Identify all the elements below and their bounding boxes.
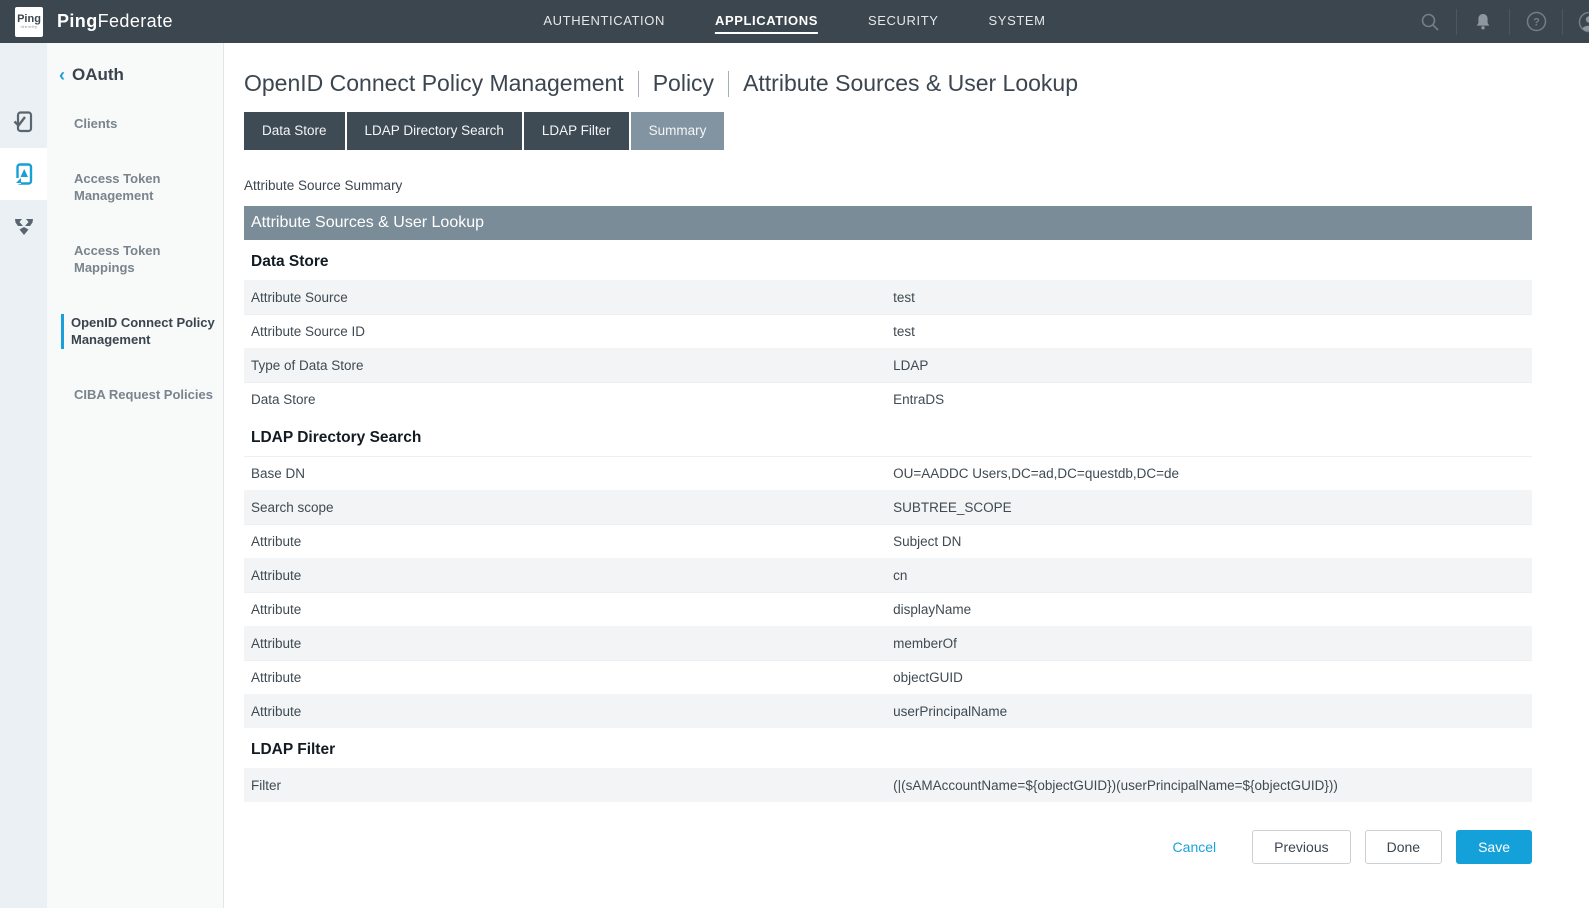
row-label: Attribute Source (244, 290, 893, 305)
breadcrumb-part: Attribute Sources & User Lookup (743, 70, 1078, 97)
sidebar: ‹ OAuth Clients Access Token Management Ac… (47, 43, 224, 908)
summary-row: AttributememberOf (244, 626, 1532, 660)
breadcrumb-part: Policy (653, 70, 714, 97)
sidebar-item-access-token-management[interactable]: Access Token Management (61, 170, 217, 205)
nav-divider (1562, 9, 1563, 35)
summary-row: AttributedisplayName (244, 592, 1532, 626)
sidebar-item-ciba-request-policies[interactable]: CIBA Request Policies (61, 386, 217, 404)
row-label: Attribute (244, 534, 893, 549)
rail-clients-icon[interactable] (0, 96, 47, 148)
row-label: Attribute (244, 636, 893, 651)
save-button[interactable]: Save (1456, 830, 1532, 864)
help-icon[interactable]: ? (1524, 10, 1548, 34)
nav-divider (1509, 9, 1510, 35)
done-button[interactable]: Done (1365, 830, 1442, 864)
tab-ldap-filter[interactable]: LDAP Filter (524, 112, 629, 150)
nav-divider (1456, 9, 1457, 35)
row-label: Attribute (244, 602, 893, 617)
summary-row: Type of Data StoreLDAP (244, 348, 1532, 382)
section-heading: LDAP Filter (244, 728, 1532, 768)
row-label: Attribute (244, 704, 893, 719)
row-value: Subject DN (893, 534, 1532, 549)
row-value: EntraDS (893, 392, 1532, 407)
summary-panel: Attribute Sources & User Lookup Data Sto… (244, 206, 1532, 802)
summary-row: AttributeuserPrincipalName (244, 694, 1532, 728)
summary-row: Base DNOU=AADDC Users,DC=ad,DC=questdb,D… (244, 456, 1532, 490)
notifications-icon[interactable] (1471, 10, 1495, 34)
rail-access-token-icon[interactable] (0, 148, 47, 200)
rail-federation-icon[interactable] (0, 200, 47, 252)
nav-item-security[interactable]: SECURITY (868, 9, 939, 34)
row-label: Attribute (244, 568, 893, 583)
row-value: cn (893, 568, 1532, 583)
row-value: userPrincipalName (893, 704, 1532, 719)
row-label: Type of Data Store (244, 358, 893, 373)
row-label: Filter (244, 778, 893, 793)
sidebar-item-openid-connect-policy-management[interactable]: OpenID Connect Policy Management (61, 314, 217, 349)
summary-label: Attribute Source Summary (244, 178, 1532, 193)
summary-row: Data StoreEntraDS (244, 382, 1532, 416)
row-value: memberOf (893, 636, 1532, 651)
search-icon[interactable] (1418, 10, 1442, 34)
breadcrumb-separator (638, 71, 639, 97)
chevron-left-icon: ‹ (59, 66, 65, 84)
previous-button[interactable]: Previous (1252, 830, 1350, 864)
summary-row: AttributeobjectGUID (244, 660, 1532, 694)
tab-data-store[interactable]: Data Store (244, 112, 345, 150)
summary-sections: Data StoreAttribute SourcetestAttribute … (244, 240, 1532, 802)
svg-text:?: ? (1533, 17, 1540, 29)
ping-logo: Ping Identity (15, 7, 43, 37)
breadcrumb-part: OpenID Connect Policy Management (244, 70, 624, 97)
row-label: Data Store (244, 392, 893, 407)
nav-icons: ? (1418, 0, 1589, 43)
summary-row: Attribute Source IDtest (244, 314, 1532, 348)
nav-item-system[interactable]: SYSTEM (989, 9, 1046, 34)
sidebar-item-access-token-mappings[interactable]: Access Token Mappings (61, 242, 217, 277)
row-label: Attribute (244, 670, 893, 685)
main-content: OpenID Connect Policy Management Policy At… (225, 43, 1589, 908)
row-value: test (893, 324, 1532, 339)
footer-actions: Cancel Previous Done Save (244, 830, 1532, 864)
tab-ldap-directory-search[interactable]: LDAP Directory Search (347, 112, 522, 150)
summary-row: AttributeSubject DN (244, 524, 1532, 558)
summary-row: Attribute Sourcetest (244, 280, 1532, 314)
summary-row: Search scopeSUBTREE_SCOPE (244, 490, 1532, 524)
nav-item-applications[interactable]: APPLICATIONS (715, 9, 818, 34)
sidebar-item-clients[interactable]: Clients (61, 115, 217, 133)
nav-item-authentication[interactable]: AUTHENTICATION (543, 9, 665, 34)
row-label: Search scope (244, 500, 893, 515)
section-heading: LDAP Directory Search (244, 416, 1532, 456)
icon-rail (0, 43, 47, 908)
row-label: Attribute Source ID (244, 324, 893, 339)
page-title: OpenID Connect Policy Management Policy At… (244, 70, 1532, 97)
row-value: LDAP (893, 358, 1532, 373)
row-value: test (893, 290, 1532, 305)
tab-summary[interactable]: Summary (631, 112, 725, 150)
row-value: SUBTREE_SCOPE (893, 500, 1532, 515)
panel-header: Attribute Sources & User Lookup (244, 206, 1532, 240)
row-value: OU=AADDC Users,DC=ad,DC=questdb,DC=de (893, 466, 1532, 481)
sidebar-back-oauth[interactable]: ‹ OAuth (59, 65, 223, 85)
section-heading: Data Store (244, 240, 1532, 280)
cancel-button[interactable]: Cancel (1173, 839, 1217, 855)
product-name: PingFederate (57, 11, 173, 32)
sidebar-items: Clients Access Token Management Access Tok… (47, 115, 223, 403)
user-icon[interactable] (1577, 10, 1589, 34)
row-value: displayName (893, 602, 1532, 617)
top-nav: Ping Identity PingFederate AUTHENTICATIO… (0, 0, 1589, 43)
sidebar-section-title: OAuth (72, 65, 124, 85)
breadcrumb-separator (728, 71, 729, 97)
ping-logo-subtext: Identity (21, 25, 38, 29)
primary-nav: AUTHENTICATION APPLICATIONS SECURITY SYSTEM (543, 0, 1045, 43)
row-value: (|(sAMAccountName=${objectGUID})(userPri… (893, 778, 1532, 793)
row-label: Base DN (244, 466, 893, 481)
summary-row: Attributecn (244, 558, 1532, 592)
row-value: objectGUID (893, 670, 1532, 685)
summary-row: Filter(|(sAMAccountName=${objectGUID})(u… (244, 768, 1532, 802)
wizard-tabs: Data StoreLDAP Directory SearchLDAP Filt… (244, 112, 1532, 150)
